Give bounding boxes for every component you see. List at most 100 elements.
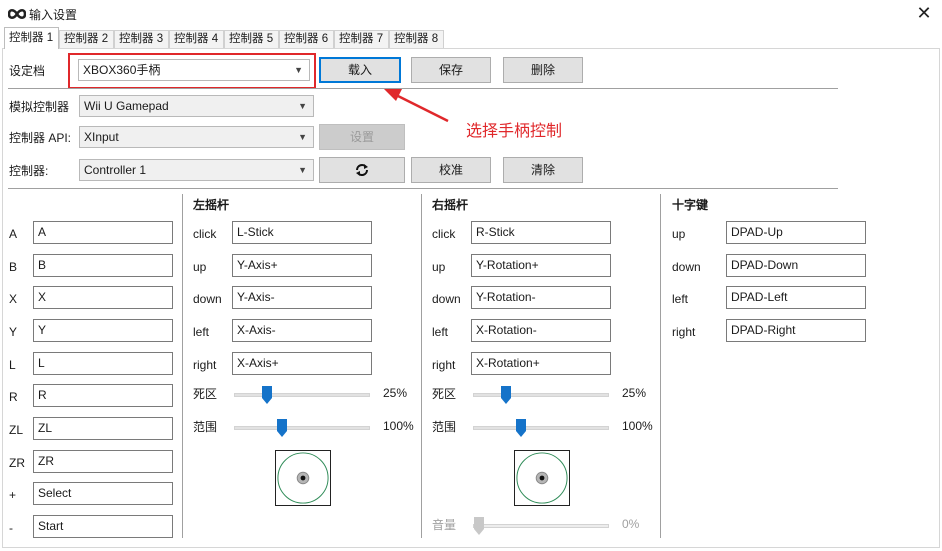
- volume-percent: 0%: [622, 517, 640, 531]
- right-deadzone-track[interactable]: [473, 393, 609, 397]
- right-stick-binding-click[interactable]: R-Stick: [471, 221, 611, 244]
- tab-controller-6[interactable]: 控制器 6: [279, 30, 334, 48]
- left-stick-label-right: right: [193, 358, 217, 372]
- button-label-plus: +: [9, 488, 17, 502]
- divider: [8, 188, 838, 189]
- tab-controller-2[interactable]: 控制器 2: [59, 30, 114, 48]
- button-binding-x[interactable]: X: [33, 286, 173, 309]
- left-range-label: 范围: [193, 420, 218, 434]
- api-value: XInput: [84, 130, 119, 144]
- left-range-slider-thumb[interactable]: [277, 419, 287, 437]
- column-divider: [182, 194, 183, 538]
- refresh-icon: [356, 164, 368, 176]
- tab-controller-7[interactable]: 控制器 7: [334, 30, 389, 48]
- tab-controller-3[interactable]: 控制器 3: [114, 30, 169, 48]
- right-stick-label-left: left: [432, 325, 449, 339]
- emulated-controller-label: 模拟控制器: [9, 100, 70, 114]
- chevron-down-icon: ▼: [294, 65, 303, 75]
- controller-value: Controller 1: [84, 163, 147, 177]
- left-stick-header: 左摇杆: [193, 198, 230, 212]
- button-binding-a[interactable]: A: [33, 221, 173, 244]
- left-stick-label-down: down: [193, 292, 222, 306]
- button-binding-l[interactable]: L: [33, 352, 173, 375]
- left-stick-binding-click[interactable]: L-Stick: [232, 221, 372, 244]
- tab-controller-1[interactable]: 控制器 1: [4, 27, 59, 49]
- profile-combobox[interactable]: XBOX360手柄 ▼: [78, 59, 310, 81]
- close-icon[interactable]: ✕: [912, 2, 936, 24]
- right-deadzone-label: 死区: [432, 387, 457, 401]
- dpad-label-down: down: [672, 260, 701, 274]
- tab-controller-5[interactable]: 控制器 5: [224, 30, 279, 48]
- right-range-percent: 100%: [622, 419, 653, 433]
- left-stick-binding-down[interactable]: Y-Axis-: [232, 286, 372, 309]
- right-stick-label-right: right: [432, 358, 456, 372]
- profile-label: 设定档: [9, 64, 46, 78]
- clear-button[interactable]: 清除: [503, 157, 583, 183]
- right-stick-preview: [514, 450, 570, 506]
- right-stick-binding-up[interactable]: Y-Rotation+: [471, 254, 611, 277]
- left-deadzone-slider-thumb[interactable]: [261, 386, 272, 404]
- button-binding-y[interactable]: Y: [33, 319, 173, 342]
- volume-track[interactable]: [473, 524, 609, 528]
- chevron-down-icon: ▼: [298, 132, 307, 142]
- controller-combobox[interactable]: Controller 1 ▼: [79, 159, 314, 181]
- right-deadzone-slider-thumb[interactable]: [500, 386, 511, 404]
- button-binding-plus[interactable]: Select: [33, 482, 173, 505]
- settings-button[interactable]: 设置: [319, 124, 405, 150]
- left-range-track[interactable]: [234, 426, 370, 430]
- infinity-logo-icon: [8, 8, 26, 20]
- right-stick-header: 右摇杆: [432, 198, 469, 212]
- button-binding-zr[interactable]: ZR: [33, 450, 173, 473]
- left-stick-binding-up[interactable]: Y-Axis+: [232, 254, 372, 277]
- dpad-binding-up[interactable]: DPAD-Up: [726, 221, 866, 244]
- delete-button[interactable]: 删除: [503, 57, 583, 83]
- volume-slider-thumb[interactable]: [474, 517, 484, 535]
- button-binding-r[interactable]: R: [33, 384, 173, 407]
- divider: [8, 88, 838, 89]
- right-deadzone-percent: 25%: [622, 386, 647, 400]
- annotation-text: 选择手柄控制: [466, 123, 563, 140]
- button-binding-zl[interactable]: ZL: [33, 417, 173, 440]
- load-button[interactable]: 载入: [319, 57, 401, 83]
- right-range-slider-thumb[interactable]: [516, 419, 526, 437]
- left-stick-binding-left[interactable]: X-Axis-: [232, 319, 372, 342]
- save-button[interactable]: 保存: [411, 57, 491, 83]
- emulated-controller-value: Wii U Gamepad: [84, 99, 169, 113]
- volume-label: 音量: [432, 518, 457, 532]
- button-label-r: R: [9, 390, 18, 404]
- button-binding-b[interactable]: B: [33, 254, 173, 277]
- right-stick-binding-right[interactable]: X-Rotation+: [471, 352, 611, 375]
- left-deadzone-percent: 25%: [383, 386, 408, 400]
- dpad-binding-right[interactable]: DPAD-Right: [726, 319, 866, 342]
- emulated-controller-combobox[interactable]: Wii U Gamepad ▼: [79, 95, 314, 117]
- window-title: 输入设置: [29, 8, 78, 22]
- button-label-b: B: [9, 260, 18, 274]
- left-range-percent: 100%: [383, 419, 414, 433]
- right-stick-label-click: click: [432, 227, 456, 241]
- dpad-binding-left[interactable]: DPAD-Left: [726, 286, 866, 309]
- column-divider: [660, 194, 661, 538]
- refresh-button[interactable]: [319, 157, 405, 183]
- button-label-a: A: [9, 227, 18, 241]
- button-label-zr: ZR: [9, 456, 25, 470]
- dpad-binding-down[interactable]: DPAD-Down: [726, 254, 866, 277]
- calibrate-button[interactable]: 校准: [411, 157, 491, 183]
- left-deadzone-track[interactable]: [234, 393, 370, 397]
- button-label-minus: -: [9, 521, 13, 535]
- right-range-track[interactable]: [473, 426, 609, 430]
- controller-label: 控制器:: [9, 164, 49, 178]
- button-label-y: Y: [9, 325, 18, 339]
- tab-controller-8[interactable]: 控制器 8: [389, 30, 444, 48]
- left-stick-binding-right[interactable]: X-Axis+: [232, 352, 372, 375]
- right-range-label: 范围: [432, 420, 457, 434]
- tab-controller-4[interactable]: 控制器 4: [169, 30, 224, 48]
- right-stick-binding-down[interactable]: Y-Rotation-: [471, 286, 611, 309]
- left-stick-label-left: left: [193, 325, 210, 339]
- profile-value: XBOX360手柄: [83, 63, 161, 77]
- right-stick-binding-left[interactable]: X-Rotation-: [471, 319, 611, 342]
- annotation-arrow-icon: [384, 89, 449, 123]
- button-binding-minus[interactable]: Start: [33, 515, 173, 538]
- api-combobox[interactable]: XInput ▼: [79, 126, 314, 148]
- dpad-label-right: right: [672, 325, 696, 339]
- button-label-x: X: [9, 292, 18, 306]
